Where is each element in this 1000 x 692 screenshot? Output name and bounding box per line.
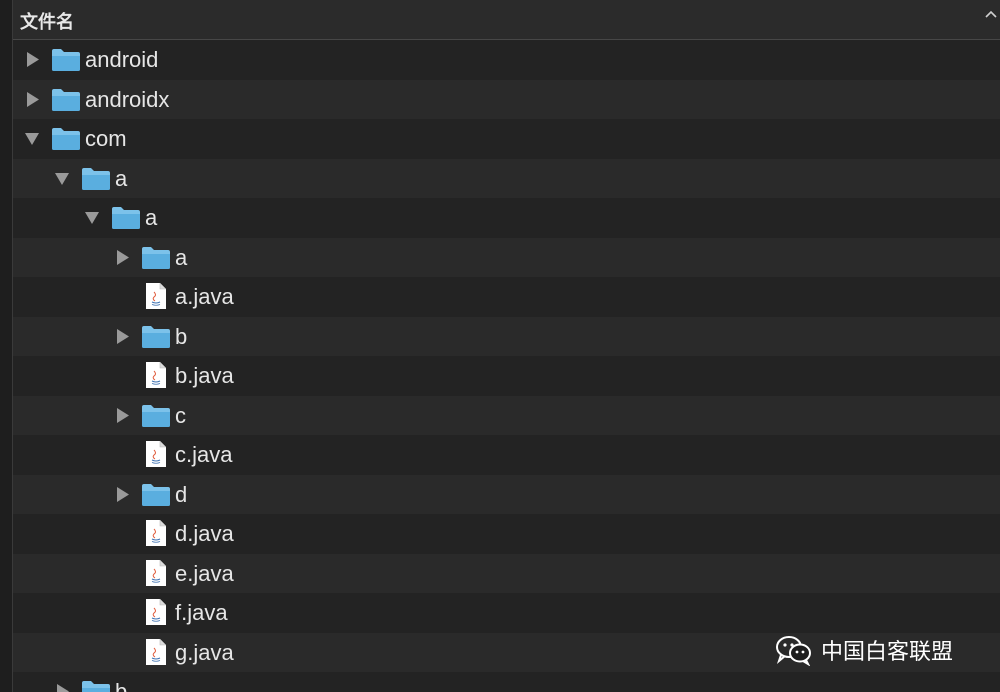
folder-row[interactable]: com bbox=[13, 119, 1000, 159]
folder-name: android bbox=[85, 47, 159, 72]
disclosure-collapsed-icon[interactable] bbox=[115, 407, 129, 423]
disclosure-collapsed-icon[interactable] bbox=[25, 91, 39, 107]
folder-name: a bbox=[175, 244, 188, 270]
folder-icon bbox=[142, 246, 170, 269]
folder-icon bbox=[52, 128, 80, 150]
column-header[interactable]: 文件名 bbox=[13, 0, 1000, 40]
java-file-icon bbox=[146, 362, 166, 388]
folder-name: c bbox=[175, 402, 186, 428]
disclosure-collapsed-icon[interactable] bbox=[55, 684, 69, 692]
chevron-up-icon[interactable] bbox=[984, 8, 998, 22]
folder-icon bbox=[52, 49, 80, 71]
filename-column-label[interactable]: 文件名 bbox=[20, 8, 74, 34]
file-name: b.java bbox=[175, 363, 234, 388]
folder-icon bbox=[142, 483, 170, 506]
folder-icon bbox=[142, 404, 170, 427]
file-row[interactable]: e.java bbox=[13, 553, 1000, 593]
folder-row[interactable]: d bbox=[13, 474, 1000, 514]
folder-name: a bbox=[115, 165, 128, 191]
file-name: f.java bbox=[175, 600, 228, 625]
file-row[interactable]: d.java bbox=[13, 514, 1000, 554]
disclosure-expanded-icon[interactable] bbox=[25, 131, 39, 146]
folder-icon bbox=[82, 167, 110, 190]
java-file-icon bbox=[146, 283, 166, 309]
file-name: c.java bbox=[175, 442, 233, 467]
disclosure-collapsed-icon[interactable] bbox=[115, 486, 129, 502]
file-row[interactable]: c.java bbox=[13, 435, 1000, 475]
java-file-icon bbox=[146, 638, 166, 665]
java-file-icon bbox=[146, 599, 166, 625]
folder-name: d bbox=[175, 481, 188, 507]
folder-name: b bbox=[175, 323, 188, 349]
folder-icon bbox=[112, 207, 140, 229]
folder-name: a bbox=[145, 205, 158, 230]
disclosure-expanded-icon[interactable] bbox=[55, 171, 69, 186]
folder-name: com bbox=[85, 126, 127, 151]
folder-row[interactable]: a bbox=[13, 158, 1000, 198]
file-row[interactable]: a.java bbox=[13, 277, 1000, 317]
watermark-text: 中国白客联盟 bbox=[821, 640, 954, 665]
file-name: e.java bbox=[175, 560, 234, 586]
finder-window: 文件名 android androidx com a a a a.java b b.java c c… bbox=[0, 0, 1000, 692]
file-row[interactable]: f.java bbox=[13, 593, 1000, 633]
disclosure-collapsed-icon[interactable] bbox=[115, 249, 129, 265]
disclosure-collapsed-icon[interactable] bbox=[115, 328, 129, 344]
file-name: d.java bbox=[175, 521, 234, 546]
folder-icon bbox=[142, 325, 170, 348]
file-name: g.java bbox=[175, 639, 234, 665]
folder-row[interactable]: android bbox=[13, 40, 1000, 80]
folder-row[interactable]: androidx bbox=[13, 79, 1000, 119]
watermark: 中国白客联盟 bbox=[775, 630, 953, 670]
folder-row[interactable]: c bbox=[13, 395, 1000, 435]
folder-row[interactable]: b bbox=[13, 316, 1000, 356]
java-file-icon bbox=[146, 441, 166, 467]
folder-icon bbox=[52, 88, 80, 111]
file-name: a.java bbox=[175, 284, 234, 309]
file-row[interactable]: b.java bbox=[13, 356, 1000, 396]
folder-name: androidx bbox=[85, 86, 170, 112]
folder-icon bbox=[82, 681, 110, 692]
disclosure-expanded-icon[interactable] bbox=[85, 210, 99, 225]
folder-row[interactable]: b bbox=[13, 672, 1000, 692]
file-list: android androidx com a a a a.java b b.java c c.jav… bbox=[13, 40, 1000, 692]
wechat-icon bbox=[776, 636, 811, 666]
folder-row[interactable]: a bbox=[13, 237, 1000, 277]
java-file-icon bbox=[146, 520, 166, 546]
disclosure-collapsed-icon[interactable] bbox=[25, 52, 39, 67]
folder-name: b bbox=[115, 679, 128, 692]
folder-row[interactable]: a bbox=[13, 198, 1000, 238]
java-file-icon bbox=[146, 559, 166, 586]
